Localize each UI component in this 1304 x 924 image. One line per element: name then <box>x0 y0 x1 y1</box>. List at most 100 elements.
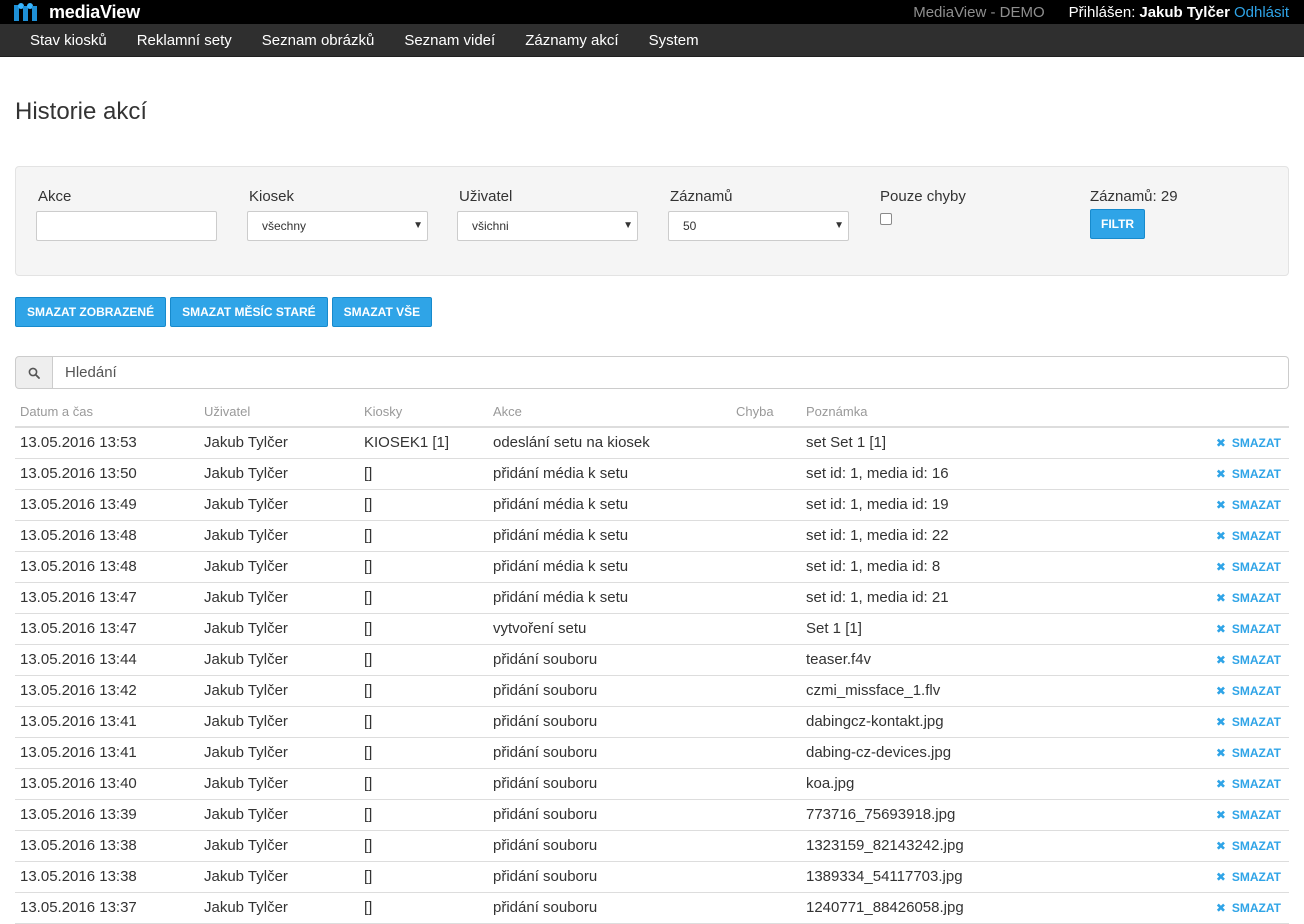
delete-row-button[interactable]: ✖ SMAZAT <box>1216 684 1281 698</box>
nav-item-videos[interactable]: Seznam videí <box>389 24 510 57</box>
row-error <box>731 582 801 614</box>
brand-logo[interactable]: mediaView <box>14 2 140 22</box>
table-row: 13.05.2016 13:41 Jakub Tylčer[] přidání so… <box>15 706 1289 738</box>
row-error <box>731 706 801 738</box>
row-datetime: 13.05.2016 13:48 <box>15 551 199 583</box>
filter-records-select[interactable]: 50 ▼ <box>668 211 849 241</box>
filter-kiosk-select[interactable]: všechny ▼ <box>247 211 428 241</box>
row-delete-cell: ✖ SMAZAT <box>1131 489 1289 521</box>
column-header-kiosks[interactable]: Kiosky <box>359 397 488 428</box>
delete-row-button[interactable]: ✖ SMAZAT <box>1216 653 1281 667</box>
brand-name: mediaView <box>49 2 140 22</box>
delete-month-old-button[interactable]: SMAZAT MĚSÍC STARÉ <box>170 297 328 327</box>
row-kiosks: [] <box>359 892 488 924</box>
row-kiosks: [] <box>359 861 488 893</box>
column-header-error[interactable]: Chyba <box>731 397 801 428</box>
row-note: czmi_missface_1.flv <box>801 675 1131 707</box>
nav-item-ad-sets[interactable]: Reklamní sety <box>122 24 247 57</box>
column-header-action[interactable]: Akce <box>488 397 731 428</box>
delete-row-button[interactable]: ✖ SMAZAT <box>1216 498 1281 512</box>
delete-row-button[interactable]: ✖ SMAZAT <box>1216 436 1281 450</box>
close-icon: ✖ <box>1215 715 1226 729</box>
table-row: 13.05.2016 13:40 Jakub Tylčer[] přidání so… <box>15 768 1289 800</box>
table-row: 13.05.2016 13:49 Jakub Tylčer[] přidání mé… <box>15 489 1289 521</box>
row-error <box>731 830 801 862</box>
filter-action-input[interactable] <box>36 211 217 241</box>
row-action: přidání souboru <box>488 737 731 769</box>
delete-row-button[interactable]: ✖ SMAZAT <box>1216 839 1281 853</box>
top-bar: mediaView MediaView - DEMO Přihlášen: Ja… <box>0 0 1304 24</box>
row-delete-cell: ✖ SMAZAT <box>1131 427 1289 459</box>
delete-row-label: SMAZAT <box>1231 498 1281 512</box>
close-icon: ✖ <box>1215 591 1226 605</box>
search-input[interactable] <box>53 356 1289 389</box>
close-icon: ✖ <box>1215 498 1226 512</box>
close-icon: ✖ <box>1215 622 1226 636</box>
filter-records-value: 50 <box>683 219 697 233</box>
delete-all-button[interactable]: SMAZAT VŠE <box>331 297 433 327</box>
chevron-down-icon: ▼ <box>413 220 423 231</box>
close-icon: ✖ <box>1215 684 1226 698</box>
close-icon: ✖ <box>1215 870 1226 884</box>
table-row: 13.05.2016 13:44 Jakub Tylčer[] přidání so… <box>15 644 1289 676</box>
delete-row-button[interactable]: ✖ SMAZAT <box>1216 808 1281 822</box>
row-action: přidání souboru <box>488 644 731 676</box>
table-row: 13.05.2016 13:38 Jakub Tylčer[] přidání so… <box>15 830 1289 862</box>
delete-row-button[interactable]: ✖ SMAZAT <box>1216 560 1281 574</box>
row-delete-cell: ✖ SMAZAT <box>1131 737 1289 769</box>
row-datetime: 13.05.2016 13:38 <box>15 861 199 893</box>
main-nav: Stav kiosků Reklamní sety Seznam obrázků… <box>0 24 1304 57</box>
delete-row-button[interactable]: ✖ SMAZAT <box>1216 746 1281 760</box>
row-delete-cell: ✖ SMAZAT <box>1131 706 1289 738</box>
delete-row-button[interactable]: ✖ SMAZAT <box>1216 591 1281 605</box>
filter-button[interactable]: FILTR <box>1090 209 1146 239</box>
table-row: 13.05.2016 13:48 Jakub Tylčer[] přidání mé… <box>15 551 1289 583</box>
filter-kiosk-label: Kiosek <box>249 188 295 205</box>
delete-row-button[interactable]: ✖ SMAZAT <box>1216 622 1281 636</box>
logout-link[interactable]: Odhlásit <box>1234 4 1289 21</box>
nav-item-action-records[interactable]: Záznamy akcí <box>510 24 633 57</box>
close-icon: ✖ <box>1215 529 1226 543</box>
row-user: Jakub Tylčer <box>199 582 359 614</box>
row-kiosks: [] <box>359 768 488 800</box>
delete-row-button[interactable]: ✖ SMAZAT <box>1216 529 1281 543</box>
row-datetime: 13.05.2016 13:42 <box>15 675 199 707</box>
delete-row-button[interactable]: ✖ SMAZAT <box>1216 870 1281 884</box>
table-row: 13.05.2016 13:48 Jakub Tylčer[] přidání mé… <box>15 520 1289 552</box>
delete-row-button[interactable]: ✖ SMAZAT <box>1216 715 1281 729</box>
delete-row-button[interactable]: ✖ SMAZAT <box>1216 901 1281 915</box>
delete-shown-button[interactable]: SMAZAT ZOBRAZENÉ <box>15 297 167 327</box>
filter-user-select[interactable]: všichni ▼ <box>457 211 638 241</box>
column-header-user[interactable]: Uživatel <box>199 397 359 428</box>
row-action: přidání souboru <box>488 830 731 862</box>
close-icon: ✖ <box>1215 436 1226 451</box>
action-log-table: Datum a čas Uživatel Kiosky Akce Chyba P… <box>15 397 1289 924</box>
filter-panel: Akce Kiosek všechny ▼ Uživatel všichni ▼… <box>15 166 1289 276</box>
close-icon: ✖ <box>1215 653 1226 667</box>
nav-item-images[interactable]: Seznam obrázků <box>247 24 390 57</box>
row-kiosks: [] <box>359 799 488 831</box>
row-note: set id: 1, media id: 22 <box>801 520 1131 552</box>
errors-only-checkbox[interactable] <box>880 213 892 225</box>
row-delete-cell: ✖ SMAZAT <box>1131 675 1289 707</box>
delete-row-label: SMAZAT <box>1231 684 1281 698</box>
row-error <box>731 520 801 552</box>
filter-kiosk-group: Kiosek všechny ▼ <box>247 187 428 241</box>
column-header-note[interactable]: Poznámka <box>801 397 1131 428</box>
column-header-delete <box>1131 397 1289 428</box>
delete-row-label: SMAZAT <box>1231 467 1281 481</box>
nav-item-system[interactable]: System <box>634 24 714 57</box>
nav-item-kiosk-status[interactable]: Stav kiosků <box>15 24 122 57</box>
login-prefix: Přihlášen: <box>1068 3 1136 21</box>
row-delete-cell: ✖ SMAZAT <box>1131 520 1289 552</box>
row-datetime: 13.05.2016 13:39 <box>15 799 199 831</box>
row-note: 1323159_82143242.jpg <box>801 830 1131 862</box>
table-row: 13.05.2016 13:47 Jakub Tylčer[] vytvoření … <box>15 613 1289 645</box>
row-delete-cell: ✖ SMAZAT <box>1131 861 1289 893</box>
filter-action-label: Akce <box>38 188 72 205</box>
delete-row-button[interactable]: ✖ SMAZAT <box>1216 467 1281 481</box>
column-header-datetime[interactable]: Datum a čas <box>15 397 199 428</box>
row-note: 773716_75693918.jpg <box>801 799 1131 831</box>
delete-row-button[interactable]: ✖ SMAZAT <box>1216 777 1281 791</box>
row-action: přidání média k setu <box>488 489 731 521</box>
